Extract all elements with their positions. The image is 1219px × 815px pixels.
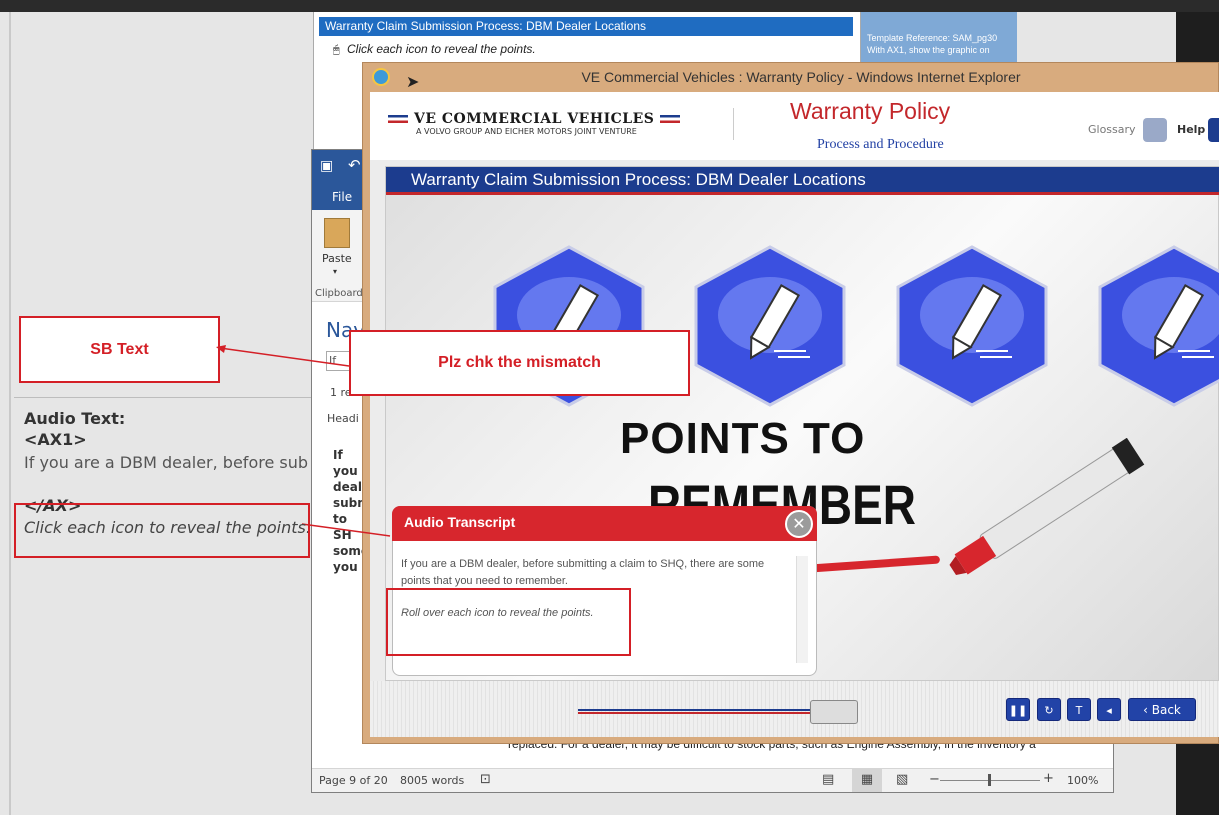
hex-point-3-icon[interactable]	[896, 245, 1048, 407]
snippet-line: you	[333, 560, 358, 574]
undo-icon[interactable]: ↶	[348, 156, 361, 174]
transcript-text: If you are a DBM dealer, before submitti…	[401, 558, 765, 587]
ax1-text: If you are a DBM dealer, before sub	[24, 453, 309, 472]
chevron-left-icon: ‹	[1143, 703, 1152, 717]
zoom-in-icon[interactable]: +	[1043, 771, 1054, 786]
mouse-icon: 🖱	[333, 43, 340, 56]
clipboard-group-label: Clipboard	[315, 288, 363, 299]
vecv-logo: VE COMMERCIAL VEHICLES A VOLVO GROUP AND…	[388, 111, 718, 141]
highlight-box-audio	[14, 503, 310, 558]
arrow-connector	[301, 523, 391, 537]
transcript-scrollbar[interactable]	[796, 556, 808, 663]
note-line-1: Template Reference: SAM_pg30	[867, 33, 998, 43]
transcript-button[interactable]: T	[1067, 698, 1091, 721]
paste-button[interactable]: Paste	[322, 252, 352, 265]
page-indicator[interactable]: Page 9 of 20	[319, 774, 388, 787]
highlight-box-transcript	[386, 588, 631, 656]
snippet-line: deale	[333, 480, 363, 494]
read-mode-icon[interactable]: ▤	[822, 772, 834, 787]
word-count[interactable]: 8005 words	[400, 774, 464, 787]
glossary-icon[interactable]	[1143, 118, 1167, 142]
pause-button[interactable]: ❚❚	[1006, 698, 1030, 721]
volume-button[interactable]: ◂	[1097, 698, 1121, 721]
logo-tagline: A VOLVO GROUP AND EICHER MOTORS JOINT VE…	[416, 127, 637, 136]
truck-progress-icon	[810, 700, 858, 724]
hex-point-4-icon[interactable]	[1098, 245, 1219, 407]
back-button[interactable]: ‹ Back	[1128, 698, 1196, 721]
web-layout-icon[interactable]: ▧	[896, 772, 908, 787]
audio-transcript-title: Audio Transcript	[392, 506, 817, 541]
hex-point-2-icon[interactable]	[694, 245, 846, 407]
help-icon[interactable]	[1208, 118, 1219, 142]
note-line-2: With AX1, show the graphic on	[867, 45, 990, 55]
snippet-line: some	[333, 544, 363, 558]
replay-button[interactable]: ↻	[1037, 698, 1061, 721]
close-icon[interactable]: ✕	[785, 510, 813, 538]
navigation-result-snippet[interactable]: If you deale subm to SH some you	[333, 447, 363, 575]
logo-text: VE COMMERCIAL VEHICLES	[414, 111, 655, 127]
audio-text-heading: Audio Text:	[24, 409, 126, 428]
storyboard-instruction: Click each icon to reveal the points.	[347, 42, 536, 56]
ie-window-title: VE Commercial Vehicles : Warranty Policy…	[581, 69, 1021, 85]
progress-track[interactable]	[578, 706, 818, 718]
snippet-line: subm	[333, 496, 363, 510]
paste-icon[interactable]	[324, 218, 350, 248]
save-icon[interactable]: ▣	[320, 158, 333, 174]
slide-title: Warranty Claim Submission Process: DBM D…	[386, 167, 1219, 195]
section-divider	[14, 397, 314, 398]
marker-icon	[949, 438, 1145, 575]
points-to-heading: POINTS TO	[620, 414, 866, 463]
desktop: Warranty Claim Submission Process: DBM D…	[0, 0, 1219, 815]
ax1-tag: <AX1>	[24, 430, 87, 449]
top-taskbar	[0, 0, 1219, 12]
logo-stripes-right	[660, 115, 681, 123]
course-title: Warranty Policy	[790, 98, 951, 124]
zoom-out-icon[interactable]: −	[929, 772, 940, 787]
sb-text-callout: SB Text	[19, 316, 220, 383]
word-status-bar: Page 9 of 20 8005 words ⊡ ▤ ▦ ▧ − + 100%	[312, 768, 1113, 792]
paste-dropdown-icon[interactable]: ▾	[333, 267, 337, 276]
zoom-slider-thumb[interactable]	[988, 774, 991, 786]
arrow-connector	[216, 345, 350, 367]
back-label: Back	[1151, 703, 1181, 717]
snippet-line: If you	[333, 448, 358, 478]
glossary-button[interactable]: Glossary	[1088, 123, 1136, 136]
zoom-level[interactable]: 100%	[1067, 774, 1098, 787]
course-subtitle: Process and Procedure	[817, 137, 944, 152]
proofing-icon[interactable]: ⊡	[480, 772, 491, 787]
mismatch-callout: Plz chk the mismatch	[349, 330, 690, 396]
panel-divider	[9, 12, 11, 815]
headings-tab[interactable]: Headi	[327, 412, 359, 425]
help-button[interactable]: Help	[1177, 123, 1205, 136]
storyboard-title-bar: Warranty Claim Submission Process: DBM D…	[319, 17, 853, 36]
logo-stripes-left	[388, 115, 408, 123]
print-layout-icon[interactable]: ▦	[852, 769, 882, 792]
header-divider	[733, 108, 734, 140]
